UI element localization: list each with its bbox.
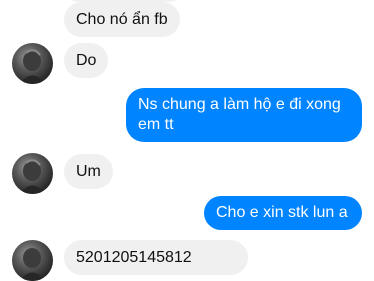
message-bubble-incoming[interactable]: Um (64, 154, 113, 189)
message-text: 5201205145812 (76, 249, 192, 266)
contact-avatar[interactable] (12, 240, 53, 281)
contact-avatar[interactable] (12, 153, 53, 194)
message-bubble-incoming[interactable]: 5201205145812 (64, 240, 248, 275)
contact-avatar[interactable] (12, 43, 53, 84)
message-text-line-2: em tt (138, 116, 174, 133)
message-text: Do (76, 52, 97, 69)
avatar-image (20, 49, 45, 84)
message-text: Cho nó ẩn fb (76, 11, 168, 28)
avatar-image (20, 248, 45, 281)
message-text: Um (76, 163, 101, 180)
message-text: Cho e xin stk lun a (216, 204, 348, 221)
message-bubble-outgoing[interactable]: Ns chung a làm hộ e đi xong em tt (126, 88, 362, 142)
message-bubble-incoming[interactable]: Do (64, 43, 109, 78)
avatar-image (20, 159, 45, 194)
message-bubble-incoming[interactable]: Cho nó ẩn fb (64, 2, 180, 37)
conversation-thread: Cho nó ẩn fb Do Ns chung a làm hộ e đi x… (0, 0, 374, 281)
message-text-line-1: Ns chung a làm hộ e đi xong (138, 96, 341, 113)
message-bubble-outgoing[interactable]: Cho e xin stk lun a (204, 196, 362, 230)
